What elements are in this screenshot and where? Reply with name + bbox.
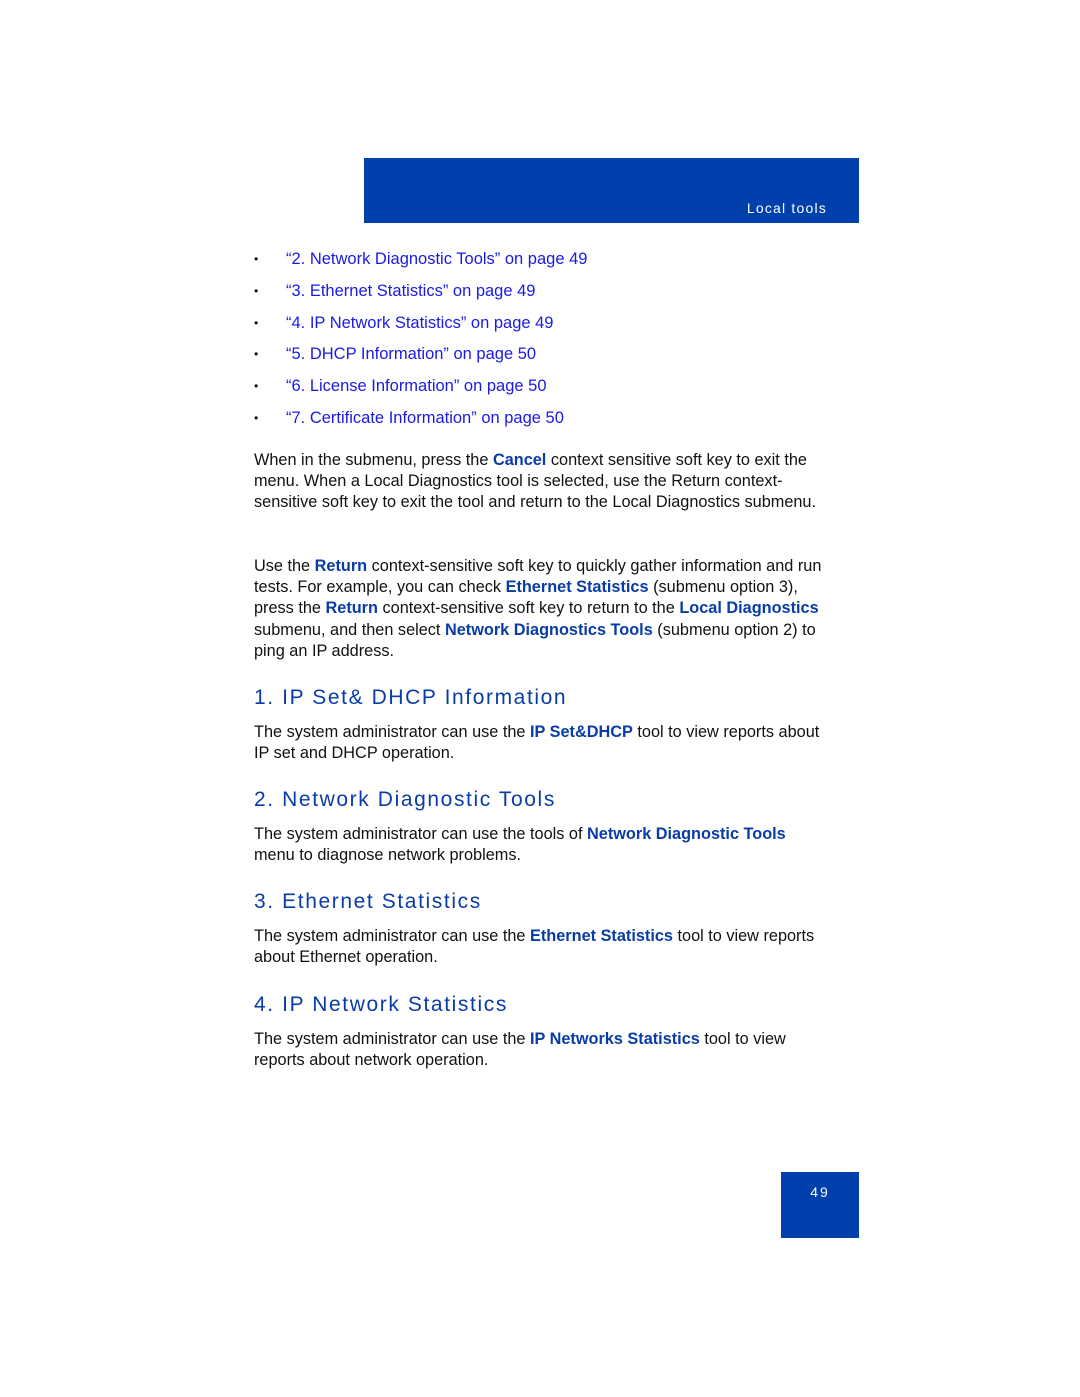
- section-heading-ip-set-dhcp: 1. IP Set& DHCP Information: [254, 686, 568, 709]
- section-body-network-diagnostic-tools: The system administrator can use the too…: [254, 824, 814, 866]
- text: context-sensitive soft key to return to …: [377, 599, 680, 618]
- section-heading-ethernet-statistics: 3. Ethernet Statistics: [254, 890, 482, 913]
- header-bar: Local tools: [364, 158, 859, 223]
- toc-list: • “2. Network Diagnostic Tools” on page 4…: [254, 249, 587, 440]
- section-body-ip-network-statistics: The system administrator can use the IP …: [254, 1029, 834, 1071]
- toc-link-network-diagnostic-tools[interactable]: “2. Network Diagnostic Tools” on page 49: [286, 249, 587, 269]
- text: menu to diagnose network problems.: [254, 846, 521, 865]
- intro-paragraph-2: Use the Return context-sensitive soft ke…: [254, 556, 834, 662]
- intro-paragraph-1: When in the submenu, press the Cancel co…: [254, 450, 834, 514]
- toc-item: • “4. IP Network Statistics” on page 49: [254, 313, 587, 345]
- section-heading-ip-network-statistics: 4. IP Network Statistics: [254, 993, 508, 1016]
- text: submenu, and then select: [254, 620, 445, 639]
- network-diagnostic-tools-term: Network Diagnostic Tools: [587, 825, 786, 843]
- network-diagnostics-tools-term: Network Diagnostics Tools: [444, 620, 653, 639]
- cancel-term: Cancel: [492, 451, 547, 469]
- text: The system administrator can use the: [254, 1030, 530, 1048]
- text: The system administrator can use the: [254, 723, 530, 741]
- text: Use the: [254, 557, 315, 575]
- toc-item: • “7. Certificate Information” on page 50: [254, 408, 587, 440]
- toc-link-certificate-information[interactable]: “7. Certificate Information” on page 50: [286, 408, 564, 428]
- toc-item: • “2. Network Diagnostic Tools” on page 4…: [254, 249, 587, 281]
- section-body-ip-set-dhcp: The system administrator can use the IP …: [254, 722, 834, 764]
- ethernet-statistics-term: Ethernet Statistics: [505, 578, 649, 597]
- toc-link-ethernet-statistics[interactable]: “3. Ethernet Statistics” on page 49: [286, 281, 535, 301]
- ethernet-statistics-term: Ethernet Statistics: [530, 927, 673, 945]
- return-term: Return: [325, 599, 378, 618]
- bullet-icon: •: [254, 315, 259, 330]
- toc-link-dhcp-information[interactable]: “5. DHCP Information” on page 50: [286, 344, 536, 364]
- ip-networks-statistics-term: IP Networks Statistics: [530, 1030, 700, 1048]
- toc-item: • “6. License Information” on page 50: [254, 376, 587, 408]
- text: The system administrator can use the: [254, 927, 530, 945]
- ip-set-dhcp-term: IP Set&DHCP: [530, 723, 633, 741]
- toc-item: • “3. Ethernet Statistics” on page 49: [254, 281, 587, 313]
- bullet-icon: •: [254, 252, 259, 266]
- bullet-icon: •: [254, 347, 259, 362]
- section-heading-network-diagnostic-tools: 2. Network Diagnostic Tools: [254, 788, 556, 811]
- toc-link-ip-network-statistics[interactable]: “4. IP Network Statistics” on page 49: [286, 313, 554, 333]
- toc-link-license-information[interactable]: “6. License Information” on page 50: [286, 376, 547, 396]
- page-number: 49: [810, 1184, 830, 1200]
- bullet-icon: •: [254, 283, 259, 298]
- section-label: Local tools: [746, 200, 827, 216]
- return-term: Return: [314, 557, 368, 575]
- bullet-icon: •: [254, 410, 259, 425]
- local-diagnostics-term: Local Diagnostics: [679, 599, 819, 618]
- page-number-box: 49: [781, 1172, 859, 1238]
- section-body-ethernet-statistics: The system administrator can use the Eth…: [254, 926, 834, 968]
- toc-item: • “5. DHCP Information” on page 50: [254, 344, 587, 376]
- text: The system administrator can use the too…: [254, 825, 588, 843]
- text: When in the submenu, press the: [254, 451, 493, 469]
- bullet-icon: •: [254, 379, 259, 394]
